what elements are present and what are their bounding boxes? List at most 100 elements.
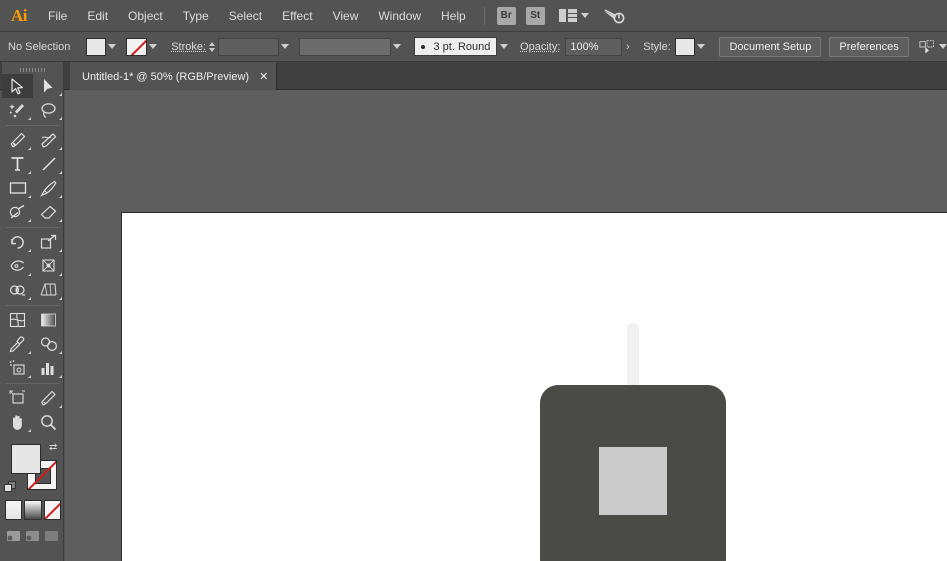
shaper-tool[interactable]: [2, 200, 33, 224]
artwork-inner-square[interactable]: [599, 447, 667, 515]
curvature-tool[interactable]: [33, 128, 64, 152]
selection-tool[interactable]: [2, 74, 33, 98]
curvature-pen-icon: [41, 132, 57, 148]
perspective-grid-icon: [40, 283, 57, 296]
stroke-weight-label[interactable]: Stroke:: [171, 41, 206, 53]
menu-item-type[interactable]: Type: [173, 0, 219, 32]
width-profile-chevron-icon[interactable]: [391, 38, 404, 56]
close-icon[interactable]: ✕: [259, 71, 268, 83]
blend-tool[interactable]: [33, 332, 64, 356]
opacity-flyout-chevron-icon[interactable]: ›: [622, 41, 633, 53]
gradient-mode-button[interactable]: [24, 500, 42, 520]
fill-proxy-swatch[interactable]: [11, 444, 41, 474]
paintbrush-icon: [40, 180, 57, 197]
swap-fill-stroke-icon[interactable]: ⇄: [49, 442, 61, 454]
rotate-tool[interactable]: [2, 230, 33, 254]
mesh-grid-icon: [9, 312, 26, 328]
type-tool[interactable]: [2, 152, 33, 176]
brush-stroke-preview-icon: [420, 44, 425, 49]
stroke-color-swatch[interactable]: [126, 37, 147, 56]
canvas-area[interactable]: [65, 90, 947, 561]
direct-selection-tool[interactable]: [33, 74, 64, 98]
rotate-arrow-icon: [11, 236, 24, 249]
tools-panel: ⇄: [2, 62, 64, 561]
pen-tool[interactable]: [2, 128, 33, 152]
color-mode-button[interactable]: [5, 500, 23, 520]
menu-item-edit[interactable]: Edit: [77, 0, 118, 32]
scale-tool[interactable]: [33, 230, 64, 254]
screen-mode-normal-icon: [6, 531, 20, 541]
artboard-tool[interactable]: [2, 386, 33, 410]
menu-item-file[interactable]: File: [38, 0, 77, 32]
opacity-input[interactable]: 100%: [565, 37, 623, 56]
zoom-tool[interactable]: [33, 410, 64, 434]
control-bar-overflow-chevron-icon[interactable]: [939, 44, 947, 49]
menu-item-help[interactable]: Help: [431, 0, 476, 32]
rectangle-tool[interactable]: [2, 176, 33, 200]
opacity-label[interactable]: Opacity:: [520, 41, 560, 53]
column-graph-tool[interactable]: [33, 356, 64, 380]
graphic-style-chevron-icon[interactable]: [695, 38, 708, 56]
eraser-tool[interactable]: [33, 200, 64, 224]
none-mode-button[interactable]: [43, 500, 61, 520]
perspective-grid-tool[interactable]: [33, 278, 64, 302]
shaper-pencil-icon: [9, 204, 25, 219]
eraser-icon: [40, 205, 57, 219]
full-screen-mode-button[interactable]: [44, 527, 61, 545]
eyedropper-tool[interactable]: [2, 332, 33, 356]
menu-item-window[interactable]: Window: [368, 0, 431, 32]
gradient-tool[interactable]: [33, 308, 64, 332]
screen-mode-row: [2, 527, 64, 549]
free-transform-tool[interactable]: [33, 254, 64, 278]
bridge-button[interactable]: Br: [496, 6, 516, 25]
paintbrush-tool[interactable]: [33, 176, 64, 200]
puppet-warp-icon: [42, 259, 55, 272]
slice-knife-icon: [41, 390, 56, 406]
menu-item-object[interactable]: Object: [118, 0, 173, 32]
shape-builder-tool[interactable]: [2, 278, 33, 302]
stroke-weight-stepper[interactable]: [208, 38, 216, 56]
pen-nib-icon: [10, 132, 26, 147]
full-screen-menubar-mode-button[interactable]: [24, 527, 41, 545]
stock-button[interactable]: St: [525, 6, 545, 25]
menu-item-effect[interactable]: Effect: [272, 0, 322, 32]
graphic-style-swatch[interactable]: [674, 37, 695, 56]
normal-screen-mode-button[interactable]: [5, 527, 22, 545]
fill-stroke-proxy: ⇄: [2, 440, 64, 498]
align-to-selection-icon[interactable]: [919, 39, 935, 55]
paint-mode-row: [2, 500, 64, 524]
symbol-sprayer-tool[interactable]: [2, 356, 33, 380]
menu-item-select[interactable]: Select: [219, 0, 272, 32]
line-segment-tool[interactable]: [33, 152, 64, 176]
shape-builder-icon: [9, 285, 25, 296]
lasso-tool[interactable]: [33, 98, 64, 122]
stroke-dropdown-chevron-icon[interactable]: [147, 38, 160, 56]
width-profile-select[interactable]: [299, 37, 391, 56]
screen-mode-full-icon: [45, 531, 59, 541]
magic-wand-tool[interactable]: [2, 98, 33, 122]
brush-definition-select[interactable]: 3 pt. Round: [413, 37, 498, 56]
column-graph-icon: [41, 362, 54, 375]
width-tool[interactable]: [2, 254, 33, 278]
document-tab-untitled-1[interactable]: Untitled-1* @ 50% (RGB/Preview) ✕: [70, 62, 278, 90]
hand-tool[interactable]: [2, 410, 33, 434]
menu-item-view[interactable]: View: [323, 0, 369, 32]
mesh-tool[interactable]: [2, 308, 33, 332]
default-fill-stroke-icon[interactable]: [4, 481, 17, 494]
search-adobe-stock-icon[interactable]: [603, 7, 625, 25]
fill-color-swatch[interactable]: [85, 37, 106, 56]
artboard[interactable]: [121, 212, 947, 561]
brush-definition-chevron-icon[interactable]: [497, 38, 510, 56]
selection-status-label: No Selection: [8, 40, 71, 53]
menu-divider: [483, 6, 485, 25]
menu-bar: Ai File Edit Object Type Select Effect V…: [0, 0, 947, 32]
stroke-weight-input[interactable]: [218, 37, 279, 56]
document-setup-button[interactable]: Document Setup: [719, 36, 822, 57]
slice-tool[interactable]: [33, 386, 64, 410]
zoom-magnifier-icon: [41, 414, 57, 430]
workspace-switcher[interactable]: [558, 9, 589, 22]
preferences-button[interactable]: Preferences: [829, 36, 909, 57]
tools-panel-drag-handle[interactable]: [2, 62, 63, 74]
fill-dropdown-chevron-icon[interactable]: [106, 38, 119, 56]
stroke-weight-chevron-icon[interactable]: [279, 38, 292, 56]
